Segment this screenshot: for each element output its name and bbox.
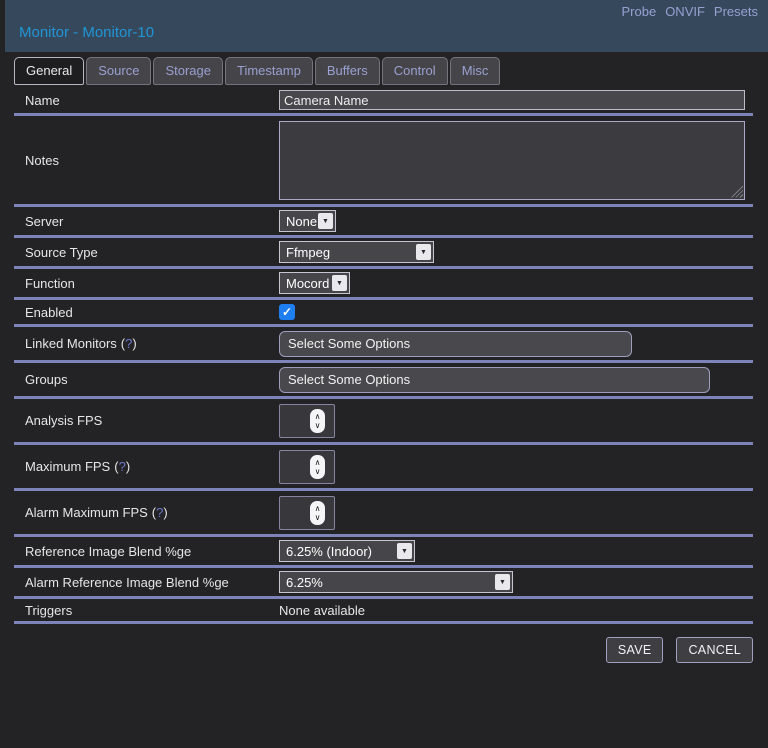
ref-blend-select[interactable]: 6.25% (Indoor) ▼ (279, 540, 415, 562)
check-icon: ✓ (282, 305, 292, 319)
function-label: Function (14, 276, 279, 291)
resize-grip-icon[interactable] (731, 186, 743, 198)
groups-multiselect[interactable]: Select Some Options (279, 367, 710, 393)
triggers-label: Triggers (14, 603, 279, 618)
maximum-fps-label: Maximum FPS(?) (14, 459, 279, 474)
spinner-up-icon[interactable]: ∧ (315, 458, 321, 467)
maximum-fps-row: Maximum FPS(?) ∧ ∨ (14, 445, 753, 488)
alarm-ref-blend-selected-value: 6.25% (280, 575, 495, 590)
spinner-up-icon[interactable]: ∧ (315, 504, 321, 513)
tab-general[interactable]: General (14, 57, 84, 85)
paren: ) (126, 459, 130, 474)
name-row: Name (14, 87, 753, 113)
alarm-maximum-fps-row: Alarm Maximum FPS(?) ∧ ∨ (14, 491, 753, 534)
ref-blend-selected-value: 6.25% (Indoor) (280, 544, 397, 559)
header-bar: Probe ONVIF Presets Monitor - Monitor-10 (5, 0, 768, 52)
function-selected-value: Mocord (280, 276, 332, 291)
maximum-fps-input[interactable]: ∧ ∨ (279, 450, 335, 484)
dropdown-arrow-icon: ▼ (416, 244, 431, 260)
maximum-fps-help-link[interactable]: ? (119, 459, 126, 474)
server-select[interactable]: None ▼ (279, 210, 336, 232)
paren: ) (132, 336, 136, 351)
alarm-ref-blend-select[interactable]: 6.25% ▼ (279, 571, 513, 593)
header-links: Probe ONVIF Presets (621, 4, 758, 19)
tab-control[interactable]: Control (382, 57, 448, 85)
name-label: Name (14, 93, 279, 108)
spinner-down-icon[interactable]: ∨ (315, 467, 321, 476)
notes-textarea[interactable] (279, 121, 745, 200)
action-button-row: SAVE CANCEL (14, 624, 753, 663)
server-label: Server (14, 214, 279, 229)
onvif-link[interactable]: ONVIF (665, 4, 705, 19)
notes-label: Notes (14, 153, 279, 168)
alarm-maximum-fps-input[interactable]: ∧ ∨ (279, 496, 335, 530)
dropdown-arrow-icon: ▼ (318, 213, 333, 229)
analysis-fps-input[interactable]: ∧ ∨ (279, 404, 335, 438)
tab-storage[interactable]: Storage (153, 57, 223, 85)
number-spinner[interactable]: ∧ ∨ (310, 501, 325, 525)
page-title: Monitor - Monitor-10 (19, 24, 154, 41)
alarm-maximum-fps-label: Alarm Maximum FPS(?) (14, 505, 279, 520)
function-row: Function Mocord ▼ (14, 269, 753, 297)
groups-placeholder: Select Some Options (288, 372, 410, 387)
source-type-label: Source Type (14, 245, 279, 260)
alarm-ref-blend-row: Alarm Reference Image Blend %ge 6.25% ▼ (14, 568, 753, 596)
maximum-fps-label-text: Maximum FPS (25, 459, 110, 474)
tab-timestamp[interactable]: Timestamp (225, 57, 313, 85)
number-spinner[interactable]: ∧ ∨ (310, 455, 325, 479)
enabled-checkbox[interactable]: ✓ (279, 304, 295, 320)
server-selected-value: None (280, 214, 318, 229)
dropdown-arrow-icon: ▼ (397, 543, 412, 559)
tab-misc[interactable]: Misc (450, 57, 501, 85)
linked-monitors-row: Linked Monitors(?) Select Some Options (14, 327, 753, 360)
tab-bar: General Source Storage Timestamp Buffers… (14, 57, 768, 85)
ref-blend-label: Reference Image Blend %ge (14, 544, 279, 559)
ref-blend-row: Reference Image Blend %ge 6.25% (Indoor)… (14, 537, 753, 565)
linked-monitors-multiselect[interactable]: Select Some Options (279, 331, 632, 357)
linked-monitors-label-text: Linked Monitors (25, 336, 117, 351)
alarm-ref-blend-label: Alarm Reference Image Blend %ge (14, 575, 279, 590)
source-type-selected-value: Ffmpeg (280, 245, 416, 260)
name-input[interactable] (279, 90, 745, 110)
spinner-up-icon[interactable]: ∧ (315, 412, 321, 421)
source-type-row: Source Type Ffmpeg ▼ (14, 238, 753, 266)
analysis-fps-row: Analysis FPS ∧ ∨ (14, 399, 753, 442)
source-type-select[interactable]: Ffmpeg ▼ (279, 241, 434, 263)
monitor-form: Name Notes Server None ▼ Source Type Ffm… (14, 87, 753, 624)
enabled-row: Enabled ✓ (14, 300, 753, 324)
function-select[interactable]: Mocord ▼ (279, 272, 350, 294)
number-spinner[interactable]: ∧ ∨ (310, 409, 325, 433)
enabled-label: Enabled (14, 305, 279, 320)
server-row: Server None ▼ (14, 207, 753, 235)
probe-link[interactable]: Probe (621, 4, 656, 19)
triggers-value: None available (279, 603, 365, 618)
linked-monitors-label: Linked Monitors(?) (14, 336, 279, 351)
analysis-fps-label: Analysis FPS (14, 413, 279, 428)
cancel-button[interactable]: CANCEL (676, 637, 753, 663)
paren: ) (163, 505, 167, 520)
dropdown-arrow-icon: ▼ (495, 574, 510, 590)
tab-buffers[interactable]: Buffers (315, 57, 380, 85)
triggers-row: Triggers None available (14, 599, 753, 621)
tab-source[interactable]: Source (86, 57, 151, 85)
spinner-down-icon[interactable]: ∨ (315, 513, 321, 522)
groups-label: Groups (14, 372, 279, 387)
presets-link[interactable]: Presets (714, 4, 758, 19)
alarm-maximum-fps-label-text: Alarm Maximum FPS (25, 505, 148, 520)
dropdown-arrow-icon: ▼ (332, 275, 347, 291)
groups-row: Groups Select Some Options (14, 363, 753, 396)
notes-row: Notes (14, 116, 753, 204)
spinner-down-icon[interactable]: ∨ (315, 421, 321, 430)
save-button[interactable]: SAVE (606, 637, 664, 663)
linked-monitors-placeholder: Select Some Options (288, 336, 410, 351)
